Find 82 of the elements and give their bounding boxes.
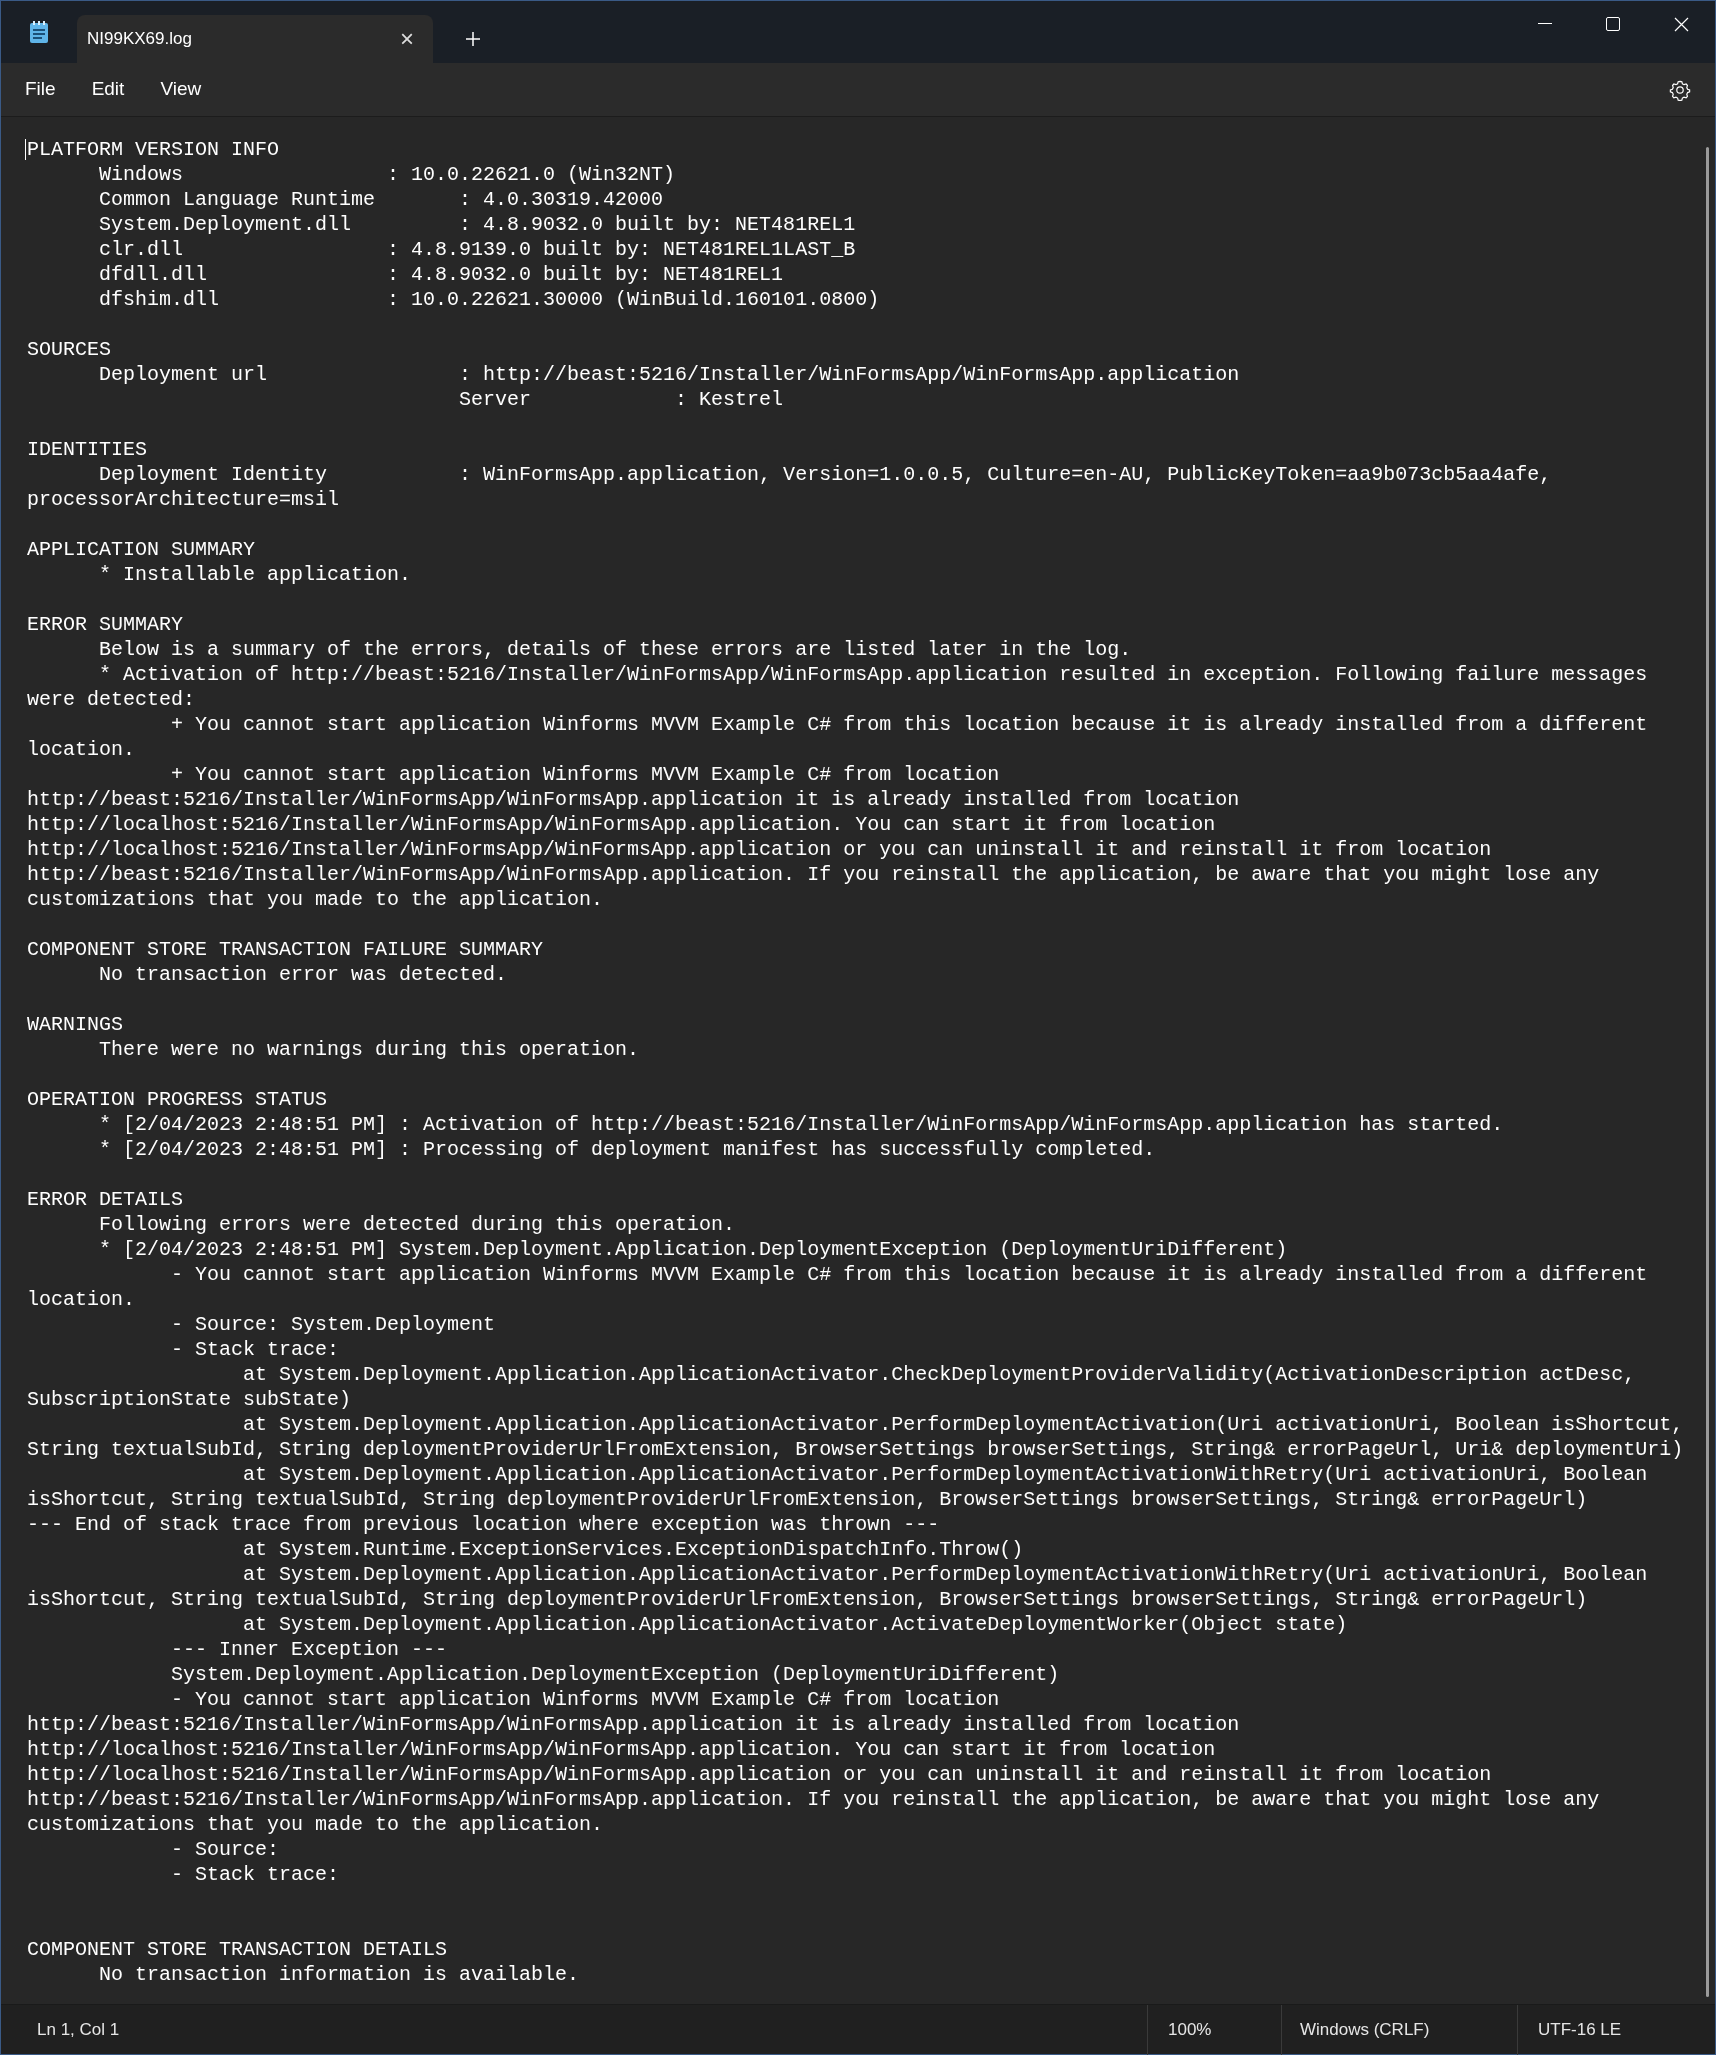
log-line: Server : Kestrel: [458, 388, 784, 411]
log-line: No transaction error was detected.: [98, 963, 508, 986]
log-line: System.Deployment.dll : 4.8.9032.0 built by: NET481REL1: [98, 213, 856, 236]
minimize-icon: [1538, 23, 1552, 25]
log-line: location.: [27, 738, 136, 761]
settings-icon: [1669, 78, 1691, 101]
log-line: Deployment url : http://beast:5216/Installer/WinFormsApp/WinFormsApp.application: [98, 363, 1240, 386]
log-line: System.Deployment.Application.DeploymentException (DeploymentUriDifferent): [170, 1663, 1060, 1686]
log-line: processorArchitecture=msil: [27, 488, 340, 511]
log-line: - Source:: [170, 1838, 280, 1861]
notepad-icon: [28, 20, 50, 44]
log-line: at System.Deployment.Application.ApplicationActivator.ActivateDeploymentWorker(Object state): [242, 1613, 1348, 1636]
scrollbar[interactable]: [1706, 147, 1709, 1997]
log-line: SOURCES: [27, 338, 111, 361]
log-line: http://beast:5216/Installer/WinFormsApp/WinFormsApp.application it is already installed from location: [27, 788, 1240, 811]
close-icon: [1673, 16, 1689, 32]
log-line: http://localhost:5216/Installer/WinFormsApp/WinFormsApp.application or you can uninstall it and reinstall it from location: [27, 838, 1492, 861]
log-line: Deployment Identity : WinFormsApp.application, Version=1.0.0.5, Culture=en-AU, PublicKeyToken=aa9b073cb5aa4afe,: [98, 463, 1552, 486]
log-line: ERROR SUMMARY: [27, 613, 184, 636]
log-line: * [2/04/2023 2:48:51 PM] : Activation of http://beast:5216/Installer/WinFormsApp/WinFormsApp.application has started.: [98, 1113, 1504, 1136]
log-line: http://beast:5216/Installer/WinFormsApp/WinFormsApp.application. If you reinstall the application, be aware that you might lose any: [27, 1788, 1600, 1811]
log-line: customizations that you made to the application.: [27, 1813, 604, 1836]
log-line: http://localhost:5216/Installer/WinFormsApp/WinFormsApp.application. You can start it from location: [27, 1738, 1216, 1761]
log-line: --- Inner Exception ---: [170, 1638, 448, 1661]
tab-title: NI99KX69.log: [87, 28, 193, 51]
log-line: http://localhost:5216/Installer/WinFormsApp/WinFormsApp.application or you can uninstall it and reinstall it from location: [27, 1763, 1492, 1786]
log-line: IDENTITIES: [27, 438, 148, 461]
log-line: WARNINGS: [27, 1013, 123, 1036]
plus-icon: [465, 31, 481, 47]
log-line: dfdll.dll : 4.8.9032.0 built by: NET481REL1: [98, 263, 784, 286]
log-line: ERROR DETAILS: [27, 1188, 184, 1211]
log-line: at System.Deployment.Application.ApplicationActivator.CheckDeploymentProviderValidity(ActivationDescription actDesc,: [242, 1363, 1636, 1386]
log-line: http://beast:5216/Installer/WinFormsApp/WinFormsApp.application it is already installed from location: [27, 1713, 1240, 1736]
log-line: clr.dll : 4.8.9139.0 built by: NET481REL1LAST_B: [98, 238, 856, 261]
log-line: COMPONENT STORE TRANSACTION FAILURE SUMMARY: [27, 938, 544, 961]
log-line: SubscriptionState subState): [27, 1388, 352, 1411]
log-line: There were no warnings during this operation.: [98, 1038, 640, 1061]
log-line: isShortcut, String textualSubId, String deploymentProviderUrlFromExtension, BrowserSettings browserSettings, String& errorPageUrl): [27, 1588, 1588, 1611]
menu-item[interactable]: File: [11, 69, 70, 110]
log-line: location.: [27, 1288, 136, 1311]
log-line: - You cannot start application Winforms MVVM Example C# from this location because it is already installed from a different: [170, 1263, 1648, 1286]
log-line: were detected:: [27, 688, 196, 711]
log-line: Windows : 10.0.22621.0 (Win32NT): [98, 163, 676, 186]
log-line: - Source: System.Deployment: [170, 1313, 496, 1336]
cursor-position: Ln 1, Col 1: [36, 2018, 121, 2041]
log-line: * [2/04/2023 2:48:51 PM] System.Deployment.Application.DeploymentException (DeploymentUriDifferent): [98, 1238, 1288, 1261]
log-line: * [2/04/2023 2:48:51 PM] : Processing of deployment manifest has successfully completed.: [98, 1138, 1156, 1161]
line-ending: Windows (CRLF): [1281, 2004, 1517, 2055]
close-tab-button[interactable]: ×: [391, 23, 423, 55]
log-line: + You cannot start application Winforms MVVM Example C# from location: [170, 763, 1000, 786]
text-cursor: [25, 139, 26, 160]
log-line: at System.Runtime.ExceptionServices.ExceptionDispatchInfo.Throw(): [242, 1538, 1024, 1561]
log-line: isShortcut, String textualSubId, String deploymentProviderUrlFromExtension, BrowserSettings browserSettings, String& errorPageUrl): [27, 1488, 1588, 1511]
menu-item[interactable]: Edit: [77, 69, 139, 110]
log-line: - You cannot start application Winforms MVVM Example C# from location: [170, 1688, 1000, 1711]
log-line: http://beast:5216/Installer/WinFormsApp/WinFormsApp.application. If you reinstall the application, be aware that you might lose any: [27, 863, 1600, 886]
log-line: * Activation of http://beast:5216/Installer/WinFormsApp/WinFormsApp.application resulted in exception. Following failure messages: [98, 663, 1648, 686]
log-line: --- End of stack trace from previous location where exception was thrown ---: [27, 1513, 940, 1536]
log-line: http://localhost:5216/Installer/WinFormsApp/WinFormsApp.application. You can start it from location: [27, 813, 1216, 836]
log-line: Common Language Runtime : 4.0.30319.42000: [98, 188, 664, 211]
log-line: dfshim.dll : 10.0.22621.30000 (WinBuild.160101.0800): [98, 288, 880, 311]
log-line: PLATFORM VERSION INFO: [27, 138, 280, 161]
log-line: - Stack trace:: [170, 1863, 340, 1886]
log-line: No transaction information is available.: [98, 1963, 580, 1986]
log-line: Following errors were detected during this operation.: [98, 1213, 736, 1236]
menu-item[interactable]: View: [146, 69, 216, 110]
log-line: * Installable application.: [98, 563, 412, 586]
log-line: at System.Deployment.Application.ApplicationActivator.PerformDeploymentActivation(Uri activationUri, Boolean isShortcut,: [242, 1413, 1684, 1436]
file-tab[interactable]: NI99KX69.log ×: [77, 15, 433, 63]
log-line: at System.Deployment.Application.ApplicationActivator.PerformDeploymentActivationWithRetry(Uri activationUri, Boolean: [242, 1463, 1648, 1486]
log-line: OPERATION PROGRESS STATUS: [27, 1088, 328, 1111]
log-line: at System.Deployment.Application.ApplicationActivator.PerformDeploymentActivationWithRetry(Uri activationUri, Boolean: [242, 1563, 1648, 1586]
log-line: Below is a summary of the errors, details of these errors are listed later in the log.: [98, 638, 1132, 661]
log-line: customizations that you made to the application.: [27, 888, 604, 911]
log-line: String textualSubId, String deploymentProviderUrlFromExtension, BrowserSettings browserSettings, String& errorPageUrl, Uri& deploymentUri): [27, 1438, 1684, 1461]
log-line: COMPONENT STORE TRANSACTION DETAILS: [27, 1938, 448, 1961]
log-line: APPLICATION SUMMARY: [27, 538, 256, 561]
encoding: UTF-16 LE: [1517, 2004, 1715, 2055]
zoom-level: 100%: [1147, 2004, 1281, 2055]
maximize-icon: [1606, 17, 1620, 31]
log-line: + You cannot start application Winforms MVVM Example C# from this location because it is already installed from a different: [170, 713, 1648, 736]
log-line: - Stack trace:: [170, 1338, 340, 1361]
